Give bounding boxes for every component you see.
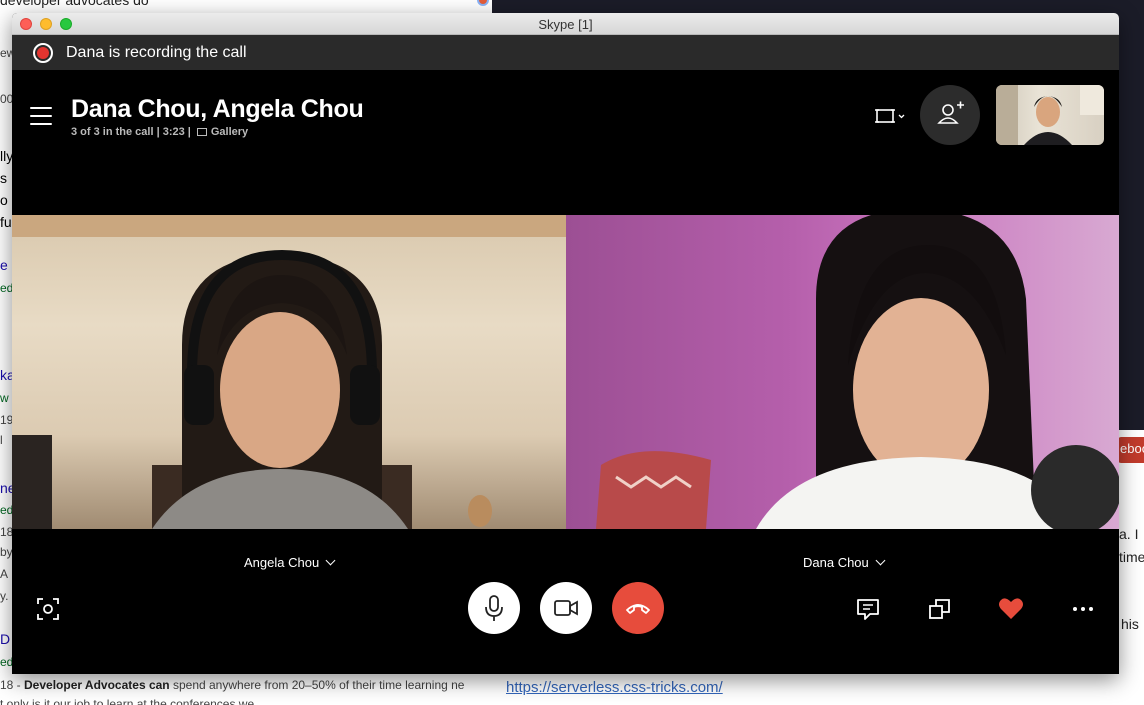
recording-banner: Dana is recording the call [12,35,1119,70]
window-title: Skype [1] [538,17,593,32]
call-title: Dana Chou, Angela Chou [71,95,364,123]
background-text-fragment: his [1121,616,1139,632]
heart-icon[interactable] [997,595,1025,623]
camera-button[interactable] [540,582,592,634]
background-text-fragment: s [0,170,7,186]
background-red-badge: eboo [1118,437,1144,463]
add-person-icon [937,101,964,124]
add-person-button[interactable] [920,85,980,145]
gallery-icon [196,128,207,136]
search-result-snippet-line2: t only is it our job to learn at the con… [0,697,255,705]
background-text-fragment: y. [0,589,9,603]
chevron-down-icon [875,555,886,566]
search-result-snippet: 18 - Developer Advocates can spend anywh… [0,678,465,692]
background-text-fragment: time [1119,549,1144,565]
background-text-fragment: l [0,433,3,447]
skype-window: Skype [1] Dana is recording the call Dan… [12,13,1119,674]
window-titlebar: Skype [1] [12,13,1119,35]
camera-icon [554,600,578,616]
chat-icon[interactable] [854,595,882,623]
browser-favicon-icon [477,0,489,6]
background-text-fragment: by [0,545,13,559]
background-text-fragment: e [0,257,8,273]
end-call-icon [626,604,650,614]
background-text-fragment: a. I [1119,526,1139,542]
chevron-down-icon [325,555,336,566]
background-text-fragment: o [0,192,8,208]
background-page-text: developer advocates do [0,0,149,8]
call-participants-duration: 3 of 3 in the call | 3:23 | [71,126,191,138]
background-text-fragment: fu [0,214,12,230]
call-status: 3 of 3 in the call | 3:23 | Gallery [71,126,248,138]
switch-screens-icon[interactable] [926,595,954,623]
recording-text: Dana is recording the call [66,44,247,61]
participant-name-dana[interactable]: Dana Chou [803,555,886,570]
background-text-fragment: A [0,567,9,581]
recording-icon [33,43,53,63]
fit-to-screen-icon[interactable] [872,106,908,126]
background-link[interactable]: https://serverless.css-tricks.com/ [506,679,723,696]
more-options-icon[interactable] [1069,595,1097,623]
microphone-icon [485,595,503,621]
participant-video-dana[interactable] [566,215,1119,529]
self-video-preview[interactable] [996,85,1104,145]
participant-name-angela[interactable]: Angela Chou [244,555,336,570]
view-mode-label[interactable]: Gallery [211,126,248,138]
hamburger-menu-icon[interactable] [30,107,52,125]
snapshot-icon[interactable] [34,595,62,623]
background-text-fragment: D [0,631,11,647]
end-call-button[interactable] [612,582,664,634]
microphone-button[interactable] [468,582,520,634]
participant-video-angela[interactable] [12,215,566,529]
background-text-fragment: w [0,391,9,405]
